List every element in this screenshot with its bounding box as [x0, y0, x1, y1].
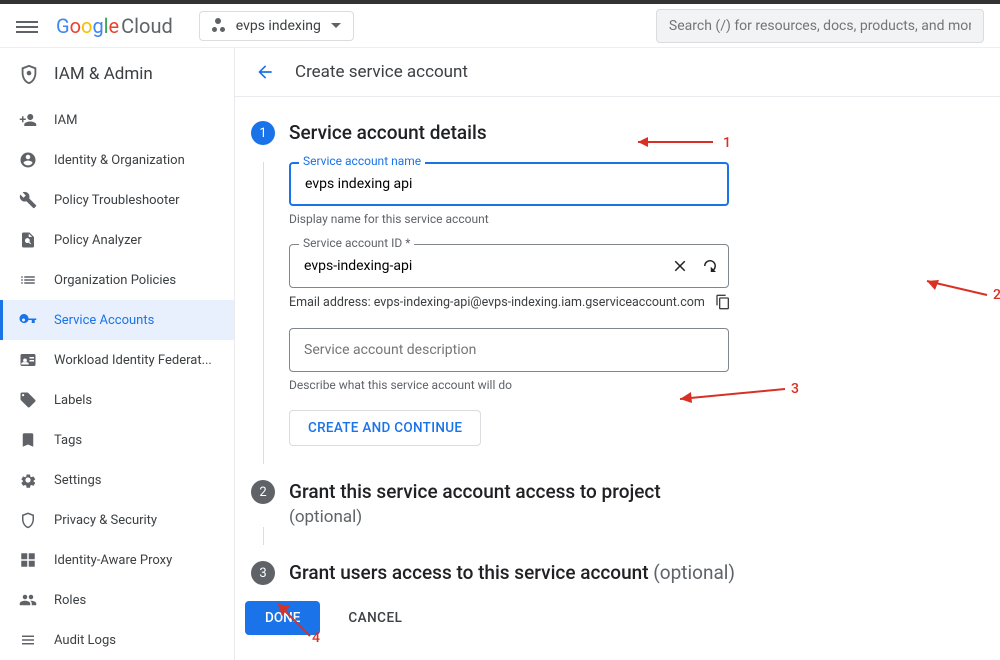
project-icon [212, 18, 228, 34]
create-continue-button[interactable]: CREATE AND CONTINUE [289, 410, 481, 446]
sidebar-item-label: Tags [54, 433, 82, 448]
sidebar-item-workload[interactable]: Workload Identity Federat... [0, 340, 234, 380]
sidebar-item-label: Service Accounts [54, 313, 154, 328]
done-button[interactable]: DONE [245, 601, 320, 635]
sidebar-item-tags[interactable]: Tags [0, 420, 234, 460]
sidebar-item-label: Privacy & Security [54, 513, 157, 528]
sidebar-item-label: Settings [54, 473, 101, 488]
sidebar-item-label: Labels [54, 393, 92, 408]
google-cloud-logo[interactable]: GoogleCloud [56, 14, 173, 38]
project-selector[interactable]: evps indexing [199, 11, 354, 41]
sidebar-item-label: Audit Logs [54, 633, 116, 648]
sidebar-item-label: Policy Troubleshooter [54, 193, 180, 208]
wrench-icon [18, 190, 38, 210]
email-label: Email address: evps-indexing-api@evps-in… [289, 295, 705, 310]
clear-icon[interactable] [671, 257, 689, 275]
gear-icon [18, 470, 38, 490]
cancel-button[interactable]: CANCEL [334, 601, 416, 635]
sidebar-item-labels[interactable]: Labels [0, 380, 234, 420]
sidebar-item-label: Identity-Aware Proxy [54, 553, 172, 568]
step-1-title: Service account details [289, 121, 1000, 144]
sidebar-item-label: Policy Analyzer [54, 233, 142, 248]
sidebar-item-orgpolicies[interactable]: Organization Policies [0, 260, 234, 300]
sidebar-item-analyzer[interactable]: Policy Analyzer [0, 220, 234, 260]
sidebar-item-roles[interactable]: Roles [0, 580, 234, 620]
document-search-icon [18, 230, 38, 250]
sidebar-item-iam[interactable]: IAM [0, 100, 234, 140]
tag-icon [18, 390, 38, 410]
sidebar-item-iap[interactable]: Identity-Aware Proxy [0, 540, 234, 580]
search-input[interactable] [656, 9, 984, 43]
copy-icon[interactable] [715, 294, 731, 310]
sidebar-item-settings[interactable]: Settings [0, 460, 234, 500]
page-title: Create service account [295, 62, 468, 82]
chevron-down-icon [331, 23, 341, 28]
bookmark-icon [18, 430, 38, 450]
account-name-label: Service account name [299, 154, 425, 168]
sidebar-item-label: Roles [54, 593, 86, 608]
shield-icon [18, 62, 40, 86]
sidebar-item-troubleshooter[interactable]: Policy Troubleshooter [0, 180, 234, 220]
roles-icon [18, 590, 38, 610]
sidebar-item-identity[interactable]: Identity & Organization [0, 140, 234, 180]
account-description-input[interactable] [289, 328, 729, 372]
sidebar-item-auditlogs[interactable]: Audit Logs [0, 620, 234, 660]
sidebar-item-label: Identity & Organization [54, 153, 185, 168]
person-circle-icon [18, 150, 38, 170]
step-3[interactable]: 3 Grant users access to this service acc… [251, 561, 1000, 585]
badge-icon [18, 350, 38, 370]
step-2-title: Grant this service account access to pro… [289, 480, 1000, 503]
back-arrow-icon[interactable] [255, 62, 275, 82]
step-3-title: Grant users access to this service accou… [289, 561, 1000, 584]
sidebar-item-label: IAM [54, 113, 77, 128]
list-alt-icon [18, 630, 38, 650]
project-name: evps indexing [236, 18, 321, 34]
sidebar-item-label: Workload Identity Federat... [54, 353, 212, 368]
sidebar: IAM & Admin IAM Identity & Organization … [0, 48, 235, 660]
hamburger-menu-icon[interactable] [16, 18, 38, 34]
account-name-input[interactable] [289, 162, 729, 206]
account-id-input[interactable] [289, 244, 729, 288]
refresh-icon[interactable] [701, 257, 719, 275]
sidebar-item-privacy[interactable]: Privacy & Security [0, 500, 234, 540]
key-icon [18, 310, 38, 330]
shield-outline-icon [18, 510, 38, 530]
grid-icon [18, 550, 38, 570]
step-2-optional: (optional) [289, 507, 1000, 527]
step-number-3: 3 [251, 561, 275, 585]
sidebar-title: IAM & Admin [54, 64, 153, 84]
app-header: GoogleCloud evps indexing [0, 4, 1000, 48]
list-icon [18, 270, 38, 290]
sidebar-header: IAM & Admin [0, 48, 234, 100]
account-name-helper: Display name for this service account [289, 212, 1000, 226]
sidebar-item-serviceaccounts[interactable]: Service Accounts [0, 300, 234, 340]
account-id-label: Service account ID * [299, 236, 414, 250]
person-add-icon [18, 110, 38, 130]
content-header: Create service account [235, 48, 1000, 97]
step-number-1: 1 [251, 121, 275, 145]
account-description-helper: Describe what this service account will … [289, 378, 1000, 392]
sidebar-item-label: Organization Policies [54, 273, 176, 288]
step-1: 1 Service account details Service accoun… [251, 121, 1000, 464]
step-number-2: 2 [251, 480, 275, 504]
step-2[interactable]: 2 Grant this service account access to p… [251, 480, 1000, 545]
